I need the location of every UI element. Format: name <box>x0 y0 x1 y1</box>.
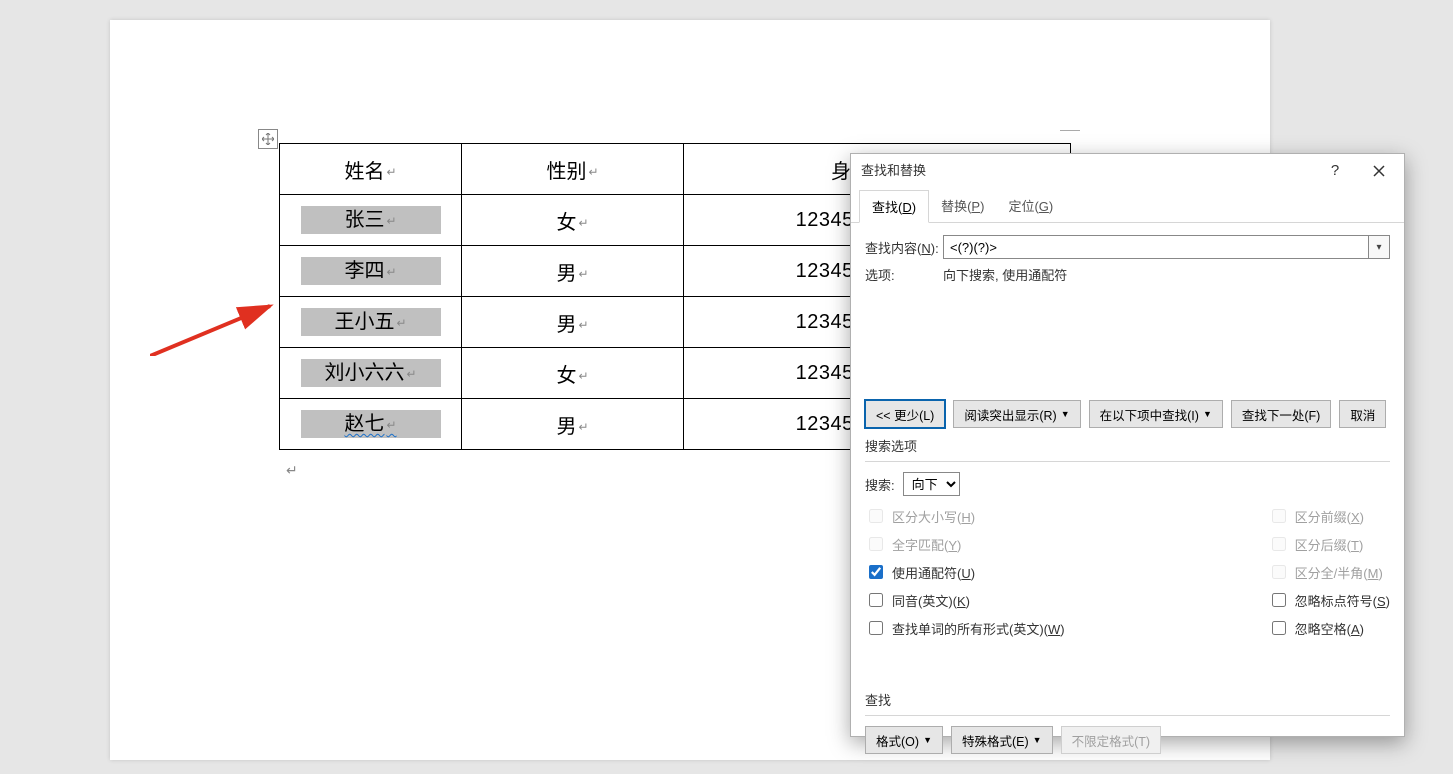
search-direction-label: 搜索: <box>865 475 895 494</box>
no-format-button: 不限定格式(T) <box>1061 726 1161 754</box>
search-direction-select[interactable]: 向下 <box>903 472 960 496</box>
dialog-tabs: 查找(D)替换(P)定位(G) <box>851 188 1404 223</box>
cell-name[interactable]: 张三↵ <box>280 195 462 246</box>
divider <box>865 461 1390 462</box>
cancel-button[interactable]: 取消 <box>1339 400 1386 428</box>
checkbox <box>1272 537 1286 551</box>
divider <box>865 715 1390 716</box>
dialog-title: 查找和替换 <box>861 154 926 188</box>
find-format-section-label: 查找 <box>865 690 1390 709</box>
tab[interactable]: 查找(D) <box>859 190 929 223</box>
checkbox[interactable] <box>869 621 883 635</box>
checkbox[interactable] <box>1272 593 1286 607</box>
tab[interactable]: 定位(G) <box>996 190 1065 222</box>
find-next-button[interactable]: 查找下一处(F) <box>1231 400 1331 428</box>
checkbox-option[interactable]: 同音(英文)(K) <box>865 590 1065 610</box>
checkbox-option: 区分全/半角(M) <box>1268 562 1390 582</box>
options-label: 选项: <box>865 265 943 284</box>
checkbox[interactable] <box>869 565 883 579</box>
paragraph-mark-icon: ↵ <box>286 462 298 479</box>
checkbox-option[interactable]: 忽略空格(A) <box>1268 618 1390 638</box>
cell-gender[interactable]: 女↵ <box>462 348 684 399</box>
col-header-name: 姓名↵ <box>280 144 462 195</box>
cell-name[interactable]: 刘小六六↵ <box>280 348 462 399</box>
checkbox-option[interactable]: 忽略标点符号(S) <box>1268 590 1390 610</box>
checkbox-option: 区分大小写(H) <box>865 506 1065 526</box>
find-content-field[interactable] <box>944 236 1368 258</box>
cell-name[interactable]: 李四↵ <box>280 246 462 297</box>
checkbox-option[interactable]: 使用通配符(U) <box>865 562 1065 582</box>
table-move-handle-icon[interactable] <box>258 129 278 149</box>
cell-gender[interactable]: 男↵ <box>462 246 684 297</box>
checkbox <box>1272 509 1286 523</box>
checkbox[interactable] <box>869 593 883 607</box>
format-button[interactable]: 格式(O) ▼ <box>865 726 943 754</box>
checkbox <box>1272 565 1286 579</box>
find-content-input[interactable]: ▾ <box>943 235 1390 259</box>
find-in-button[interactable]: 在以下项中查找(I) ▼ <box>1089 400 1223 428</box>
cell-gender[interactable]: 男↵ <box>462 297 684 348</box>
checkbox-option: 区分后缀(T) <box>1268 534 1390 554</box>
find-history-dropdown[interactable]: ▾ <box>1368 236 1389 258</box>
less-button[interactable]: << 更少(L) <box>865 400 945 428</box>
checkbox-option: 区分前缀(X) <box>1268 506 1390 526</box>
cell-gender[interactable]: 男↵ <box>462 399 684 450</box>
checkbox <box>869 537 883 551</box>
cell-name[interactable]: 王小五↵ <box>280 297 462 348</box>
find-content-label: 查找内容(N): <box>865 238 943 257</box>
ruler-tick <box>1060 130 1080 143</box>
options-value: 向下搜索, 使用通配符 <box>943 265 1067 284</box>
reading-highlight-button[interactable]: 阅读突出显示(R) ▼ <box>953 400 1080 428</box>
find-replace-dialog: 查找和替换 ? 查找(D)替换(P)定位(G) 查找内容(N): ▾ 选项: 向… <box>850 153 1405 737</box>
cell-name[interactable]: 赵七↵ <box>280 399 462 450</box>
checkbox-option[interactable]: 查找单词的所有形式(英文)(W) <box>865 618 1065 638</box>
search-options-label: 搜索选项 <box>865 436 1390 455</box>
dialog-titlebar[interactable]: 查找和替换 ? <box>851 154 1404 188</box>
checkbox <box>869 509 883 523</box>
tab[interactable]: 替换(P) <box>929 190 996 222</box>
help-button[interactable]: ? <box>1320 157 1350 185</box>
col-header-gender: 性别↵ <box>462 144 684 195</box>
close-button[interactable] <box>1364 157 1394 185</box>
checkbox-option: 全字匹配(Y) <box>865 534 1065 554</box>
checkbox[interactable] <box>1272 621 1286 635</box>
cell-gender[interactable]: 女↵ <box>462 195 684 246</box>
special-format-button[interactable]: 特殊格式(E) ▼ <box>951 726 1053 754</box>
